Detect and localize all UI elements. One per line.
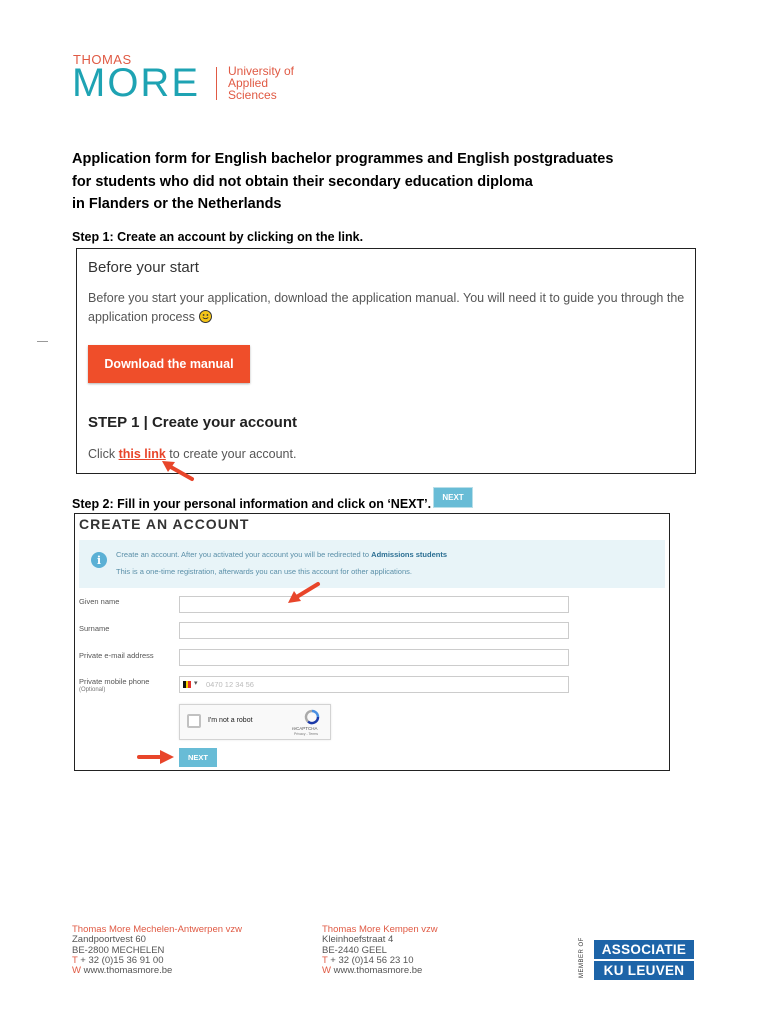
logo-divider — [216, 67, 217, 100]
email-label: Private e-mail address — [79, 651, 154, 660]
step1-label: Step 1: Create an account by clicking on… — [72, 230, 364, 244]
given-name-label: Given name — [79, 597, 120, 606]
smiley-icon — [198, 310, 212, 323]
captcha-terms[interactable]: Privacy - Terms — [294, 732, 318, 736]
surname-label: Surname — [79, 624, 110, 633]
admissions-link[interactable]: Admissions students — [371, 550, 447, 559]
footer-web: W www.thomasmore.be — [322, 966, 438, 976]
download-manual-button[interactable]: Download the manual — [88, 345, 250, 383]
next-button-sample: NEXT — [433, 487, 473, 508]
footer-address-kempen: Thomas More Kempen vzw Kleinhoefstraat 4… — [322, 924, 438, 976]
info-line-2: This is a one-time registration, afterwa… — [116, 567, 412, 576]
associatie-ku-leuven-logo: ASSOCIATIE KU LEUVEN — [594, 940, 694, 980]
captcha-checkbox[interactable] — [187, 714, 201, 728]
email-input[interactable] — [179, 649, 569, 666]
optional-note: (Optional) — [79, 687, 106, 693]
captcha-label: I'm not a robot — [208, 717, 253, 724]
title-line: in Flanders or the Netherlands — [72, 196, 282, 212]
step1-heading: STEP 1 | Create your account — [88, 414, 297, 431]
web-prefix: W — [322, 965, 331, 977]
step2-label: Step 2: Fill in your personal informatio… — [72, 497, 432, 511]
logo-subtitle: University of Applied Sciences — [228, 65, 294, 101]
title-line: Application form for English bachelor pr… — [72, 151, 614, 167]
arrow-to-given-name-icon — [288, 582, 320, 603]
belgium-flag-icon[interactable] — [183, 681, 192, 688]
thomas-more-logo: THOMAS MORE University of Applied Scienc… — [72, 52, 312, 104]
ku-leuven-text: KU LEUVEN — [594, 961, 694, 980]
associatie-text: ASSOCIATIE — [594, 940, 694, 959]
web-link[interactable]: www.thomasmore.be — [84, 965, 173, 976]
document-title: Application form for English bachelor pr… — [72, 148, 712, 216]
mobile-input[interactable]: ▾ 0470 12 34 56 — [179, 676, 569, 693]
info-panel: i Create an account. After you activated… — [79, 540, 665, 588]
captcha-brand: reCAPTCHA — [292, 726, 318, 731]
member-of-label: MEMBER OF — [579, 937, 585, 978]
web-prefix: W — [72, 965, 81, 977]
before-start-panel: Before your start Before you start your … — [76, 248, 696, 474]
next-button[interactable]: NEXT — [179, 748, 217, 767]
this-link[interactable]: this link — [119, 447, 166, 461]
arrow-to-next-icon — [137, 750, 174, 764]
create-account-title: CREATE AN ACCOUNT — [79, 516, 250, 532]
create-account-panel: CREATE AN ACCOUNT i Create an account. A… — [74, 513, 670, 771]
footer-address-mechelen: Thomas More Mechelen-Antwerpen vzw Zandp… — [72, 924, 242, 976]
before-start-text: Before you start your application, downl… — [88, 289, 688, 327]
before-start-paragraph: Before you start your application, downl… — [88, 291, 685, 324]
recaptcha-logo-icon — [304, 709, 320, 725]
web-link[interactable]: www.thomasmore.be — [334, 965, 423, 976]
info-line-1: Create an account. After you activated y… — [116, 550, 447, 559]
mobile-label: Private mobile phone (Optional) — [79, 677, 149, 695]
mobile-label-text: Private mobile phone — [79, 677, 150, 686]
footer-web: W www.thomasmore.be — [72, 966, 242, 976]
given-name-input[interactable] — [179, 596, 569, 613]
title-line: for students who did not obtain their se… — [72, 173, 533, 190]
chevron-down-icon[interactable]: ▾ — [194, 679, 198, 687]
margin-dash — [37, 341, 48, 342]
arrow-to-link-icon — [162, 461, 194, 481]
logo-more-text: MORE — [72, 61, 200, 105]
recaptcha-widget: I'm not a robot reCAPTCHA Privacy - Term… — [179, 704, 331, 740]
phone-placeholder: 0470 12 34 56 — [206, 680, 254, 689]
click-prefix: Click — [88, 447, 116, 461]
logo-subtitle-line: Sciences — [228, 88, 277, 102]
info-icon: i — [91, 552, 107, 568]
before-start-heading: Before your start — [88, 259, 199, 276]
info-line-1-text: Create an account. After you activated y… — [116, 550, 370, 559]
surname-input[interactable] — [179, 622, 569, 639]
